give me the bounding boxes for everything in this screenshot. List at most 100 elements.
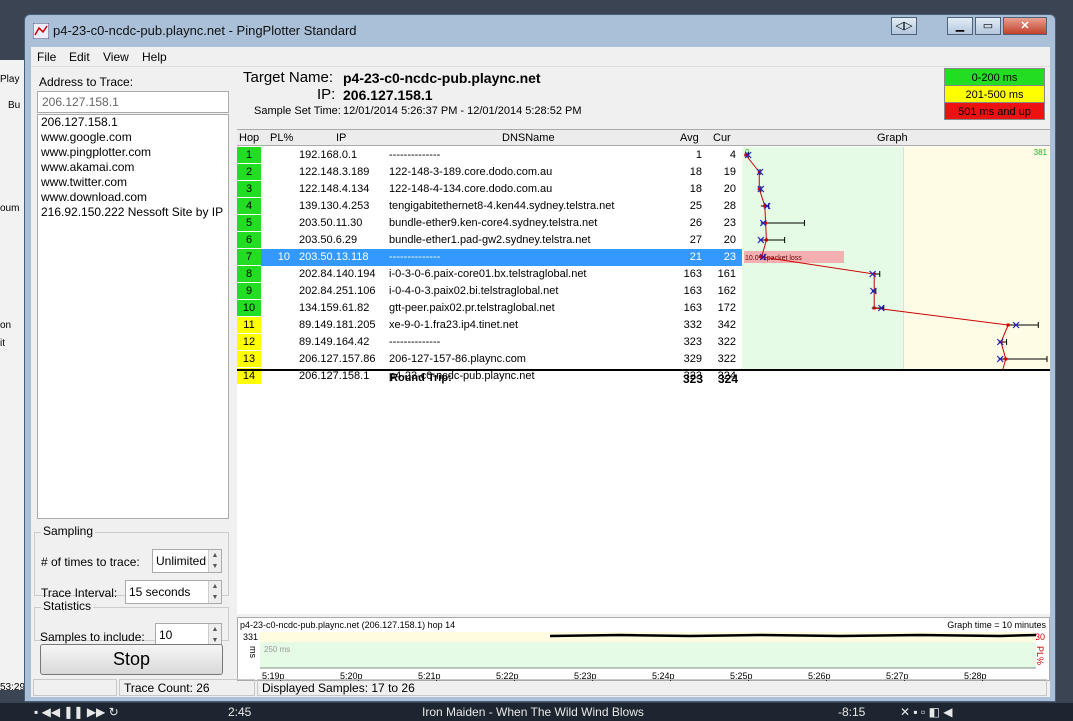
address-history-list[interactable]: 206.127.158.1 www.google.com www.pingplo…	[37, 114, 229, 519]
close-button[interactable]: ✕	[1003, 17, 1047, 35]
avg-cell: 21	[689, 251, 702, 263]
table-row[interactable]: 3 122.148.4.134 122-148-4-134.core.dodo.co…	[237, 181, 742, 198]
dns-cell: xe-9-0-1.fra23.ip4.tinet.net	[389, 319, 519, 331]
ip-cell: 203.50.6.29	[299, 234, 358, 246]
target-name-label: Target Name:	[243, 69, 334, 86]
cur-cell: 23	[723, 251, 736, 263]
dns-cell: --------------	[389, 149, 441, 161]
spinner-arrows-icon[interactable]: ▲ ▼	[208, 581, 221, 603]
stop-button[interactable]: Stop	[40, 644, 223, 675]
cur-cell: 20	[723, 234, 736, 246]
ip-cell: 89.149.164.42	[299, 336, 370, 348]
hop-cell: 10	[237, 300, 261, 317]
minimize-button[interactable]: ▁	[947, 17, 973, 35]
table-row[interactable]: 4 139.130.4.253 tengigabitethernet8-4.ken4…	[237, 198, 742, 215]
client-area: Address to Trace: 206.127.158.1 206.127.…	[31, 67, 1050, 697]
samples-value: 10	[159, 628, 173, 642]
table-row[interactable]: 11 89.149.181.205 xe-9-0-1.fra23.ip4.tinet…	[237, 317, 742, 334]
avg-cell: 18	[689, 166, 702, 178]
interval-spinner[interactable]: 15 seconds ▲ ▼	[125, 580, 222, 604]
statistics-title: Statistics	[41, 599, 94, 613]
ip-cell: 122.148.3.189	[299, 166, 370, 178]
table-row[interactable]: 5 203.50.11.30 bundle-ether9.ken-core4.syd…	[237, 215, 742, 232]
target-ip-label: IP:	[317, 86, 336, 103]
table-row[interactable]: 12 89.149.164.42 -------------- 323 322	[237, 334, 742, 351]
media-buttons-icon[interactable]: ✕ ▪ ▫ ◧ ◀	[900, 705, 952, 719]
col-cur[interactable]: Cur	[713, 132, 731, 144]
menu-edit[interactable]: Edit	[69, 50, 90, 64]
menu-file[interactable]: File	[37, 50, 56, 64]
hop-cell: 13	[237, 351, 261, 368]
status-blank	[33, 679, 117, 696]
list-item[interactable]: www.akamai.com	[38, 160, 228, 175]
avg-cell: 25	[689, 200, 702, 212]
list-item[interactable]: www.pingplotter.com	[38, 145, 228, 160]
trace-table[interactable]: Hop PL% IP DNSName Avg Cur Graph 1 192.16…	[237, 129, 1050, 614]
dns-cell: bundle-ether1.pad-gw2.sydney.telstra.net	[389, 234, 591, 246]
spinner-arrows-icon[interactable]: ▲ ▼	[208, 550, 221, 572]
media-song-title: Iron Maiden - When The Wild Wind Blows	[422, 705, 644, 719]
col-dns[interactable]: DNSName	[502, 132, 555, 144]
cur-cell: 20	[723, 183, 736, 195]
table-row[interactable]: 13 206.127.157.86 206-127-157-86.plaync.co…	[237, 351, 742, 368]
hop-cell: 5	[237, 215, 261, 232]
hop-cell: 7	[237, 249, 261, 266]
hop-cell: 6	[237, 232, 261, 249]
avg-cell: 323	[683, 336, 702, 348]
table-row[interactable]: 7 10 203.50.13.118 -------------- 21 23	[237, 249, 742, 266]
dns-cell: --------------	[389, 251, 441, 263]
list-item[interactable]: www.download.com	[38, 190, 228, 205]
bg-text: 53:29	[0, 682, 26, 690]
media-controls-icon[interactable]: ▪ ◀◀ ❚❚ ▶▶ ↻	[34, 705, 119, 719]
table-row[interactable]: 6 203.50.6.29 bundle-ether1.pad-gw2.sydney…	[237, 232, 742, 249]
latency-graph: 0 38110.0% packet loss	[742, 147, 1050, 369]
menu-view[interactable]: View	[103, 50, 129, 64]
table-row[interactable]: 8 202.84.140.194 i-0-3-0-6.paix-core01.bx.…	[237, 266, 742, 283]
round-trip-divider	[237, 369, 1050, 371]
list-item[interactable]: 216.92.150.222 Nessoft Site by IP	[38, 205, 228, 220]
ip-cell: 206.127.157.86	[299, 353, 376, 365]
times-value: Unlimited	[156, 554, 207, 568]
hop-cell: 8	[237, 266, 261, 283]
table-row[interactable]: 1 192.168.0.1 -------------- 1 4	[237, 147, 742, 164]
list-item[interactable]: 206.127.158.1	[38, 115, 228, 130]
cur-cell: 172	[717, 302, 736, 314]
pingplotter-app-icon	[33, 23, 49, 39]
times-label: # of times to trace:	[41, 555, 140, 569]
col-ip[interactable]: IP	[336, 132, 346, 144]
avg-cell: 332	[683, 319, 702, 331]
hop-cell: 3	[237, 181, 261, 198]
dns-cell: 206-127-157-86.plaync.com	[389, 353, 526, 365]
address-input[interactable]: 206.127.158.1	[37, 91, 229, 113]
menu-help[interactable]: Help	[142, 50, 167, 64]
graph-yellow-zone	[903, 147, 1050, 369]
hop-cell: 9	[237, 283, 261, 300]
round-trip-label: Round Trip:	[390, 372, 452, 384]
legend-yellow: 201-500 ms	[944, 85, 1045, 103]
list-item[interactable]: www.google.com	[38, 130, 228, 145]
ip-cell: 202.84.251.106	[299, 285, 376, 297]
col-graph[interactable]: Graph	[877, 132, 908, 144]
cur-cell: 4	[729, 149, 736, 161]
dns-cell: i-0-3-0-6.paix-core01.bx.telstraglobal.n…	[389, 268, 587, 280]
timeline-graph[interactable]: p4-23-c0-ncdc-pub.plaync.net (206.127.15…	[237, 617, 1050, 681]
dns-cell: tengigabitethernet8-4.ken44.sydney.telst…	[389, 200, 615, 212]
window-title: p4-23-c0-ncdc-pub.plaync.net - PingPlott…	[53, 23, 357, 38]
table-row[interactable]: 2 122.148.3.189 122-148-3-189.core.dodo.co…	[237, 164, 742, 181]
times-spinner[interactable]: Unlimited ▲ ▼	[152, 549, 222, 573]
sampling-title: Sampling	[41, 524, 96, 538]
table-row[interactable]: 10 134.159.61.82 gtt-peer.paix02.pr.telstr…	[237, 300, 742, 317]
col-pl[interactable]: PL%	[270, 132, 293, 144]
table-row[interactable]: 9 202.84.251.106 i-0-4-0-3.paix02.bi.telst…	[237, 283, 742, 300]
graph-x-max: 381	[1034, 148, 1048, 157]
spinner-arrows-icon[interactable]: ▲ ▼	[208, 624, 221, 646]
list-item[interactable]: www.twitter.com	[38, 175, 228, 190]
col-hop[interactable]: Hop	[239, 132, 259, 144]
cur-cell: 19	[723, 166, 736, 178]
title-bar[interactable]: p4-23-c0-ncdc-pub.plaync.net - PingPlott…	[25, 15, 1055, 47]
restore-arrows-icon[interactable]: ◁▷	[891, 17, 917, 35]
dns-cell: 122-148-3-189.core.dodo.com.au	[389, 166, 553, 178]
maximize-button[interactable]: ▭	[975, 17, 1001, 35]
menu-bar: File Edit View Help	[31, 47, 1050, 67]
col-avg[interactable]: Avg	[680, 132, 699, 144]
